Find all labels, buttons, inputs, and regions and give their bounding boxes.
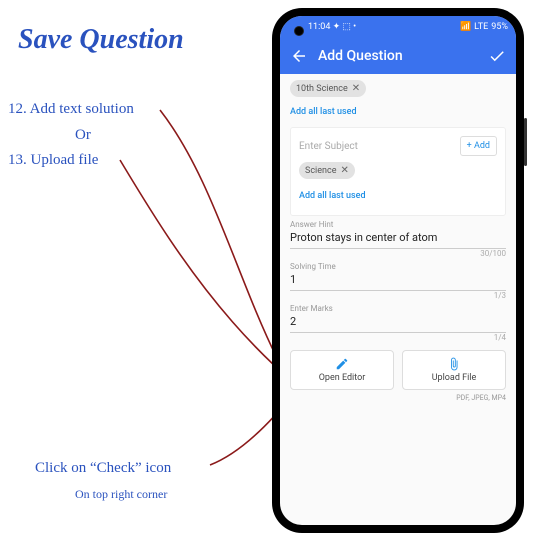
solving-time-input[interactable]: 1 <box>290 271 506 291</box>
battery-text: 95% <box>491 22 508 32</box>
annotation-step-12: 12. Add text solution <box>8 101 134 118</box>
field-label: Answer Hint <box>290 220 506 229</box>
app-bar: Add Question <box>280 38 516 74</box>
annotation-step-13: 13. Upload file <box>8 152 98 169</box>
attachment-icon <box>447 357 461 371</box>
open-editor-button[interactable]: Open Editor <box>290 350 394 390</box>
phone-side-button <box>524 118 527 166</box>
annotation-or: Or <box>75 127 91 144</box>
chip-label: Science <box>305 166 336 176</box>
button-label: Open Editor <box>319 373 366 383</box>
pencil-icon <box>335 357 349 371</box>
subject-chip[interactable]: Science ✕ <box>299 162 355 179</box>
phone-frame: 11:04 ✦ ⬚ • 📶 LTE 95% Add Question 10th … <box>272 8 524 533</box>
class-chip[interactable]: 10th Science ✕ <box>290 80 366 97</box>
char-counter: 30/100 <box>290 249 506 258</box>
check-icon[interactable] <box>488 47 506 65</box>
network-icon: LTE <box>474 22 488 32</box>
close-icon[interactable]: ✕ <box>352 83 360 94</box>
field-label: Enter Marks <box>290 304 506 313</box>
annotation-check: Click on “Check” icon <box>35 460 171 477</box>
page-title: Add Question <box>318 48 478 64</box>
button-label: Upload File <box>432 373 477 383</box>
annotation-title: Save Question <box>18 24 184 56</box>
marks-field: Enter Marks 2 1/4 <box>290 304 506 342</box>
action-row: Open Editor Upload File <box>290 350 506 390</box>
add-all-link-1[interactable]: Add all last used <box>290 101 506 123</box>
subject-placeholder: Enter Subject <box>299 141 358 152</box>
vibrate-icon: 📶 <box>460 22 471 32</box>
answer-hint-input[interactable]: Proton stays in center of atom <box>290 229 506 249</box>
upload-hint: PDF, JPEG, MP4 <box>290 394 506 402</box>
phone-screen: 11:04 ✦ ⬚ • 📶 LTE 95% Add Question 10th … <box>280 16 516 525</box>
content-area: 10th Science ✕ Add all last used Enter S… <box>280 74 516 525</box>
chip-label: 10th Science <box>296 84 348 94</box>
status-time: 11:04 ✦ ⬚ • <box>308 22 356 32</box>
annotation-check-sub: On top right corner <box>75 487 167 502</box>
status-icons: 📶 LTE 95% <box>460 22 508 32</box>
answer-hint-field: Answer Hint Proton stays in center of at… <box>290 220 506 258</box>
close-icon[interactable]: ✕ <box>340 165 348 176</box>
solving-time-field: Solving Time 1 1/3 <box>290 262 506 300</box>
field-label: Solving Time <box>290 262 506 271</box>
upload-file-button[interactable]: Upload File <box>402 350 506 390</box>
back-icon[interactable] <box>290 47 308 65</box>
add-subject-button[interactable]: + Add <box>460 136 497 156</box>
status-bar: 11:04 ✦ ⬚ • 📶 LTE 95% <box>280 16 516 38</box>
char-counter: 1/3 <box>290 291 506 300</box>
subject-card: Enter Subject + Add Science ✕ Add all la… <box>290 127 506 216</box>
char-counter: 1/4 <box>290 333 506 342</box>
marks-input[interactable]: 2 <box>290 313 506 333</box>
add-all-link-2[interactable]: Add all last used <box>299 185 497 207</box>
camera-hole <box>294 26 304 36</box>
